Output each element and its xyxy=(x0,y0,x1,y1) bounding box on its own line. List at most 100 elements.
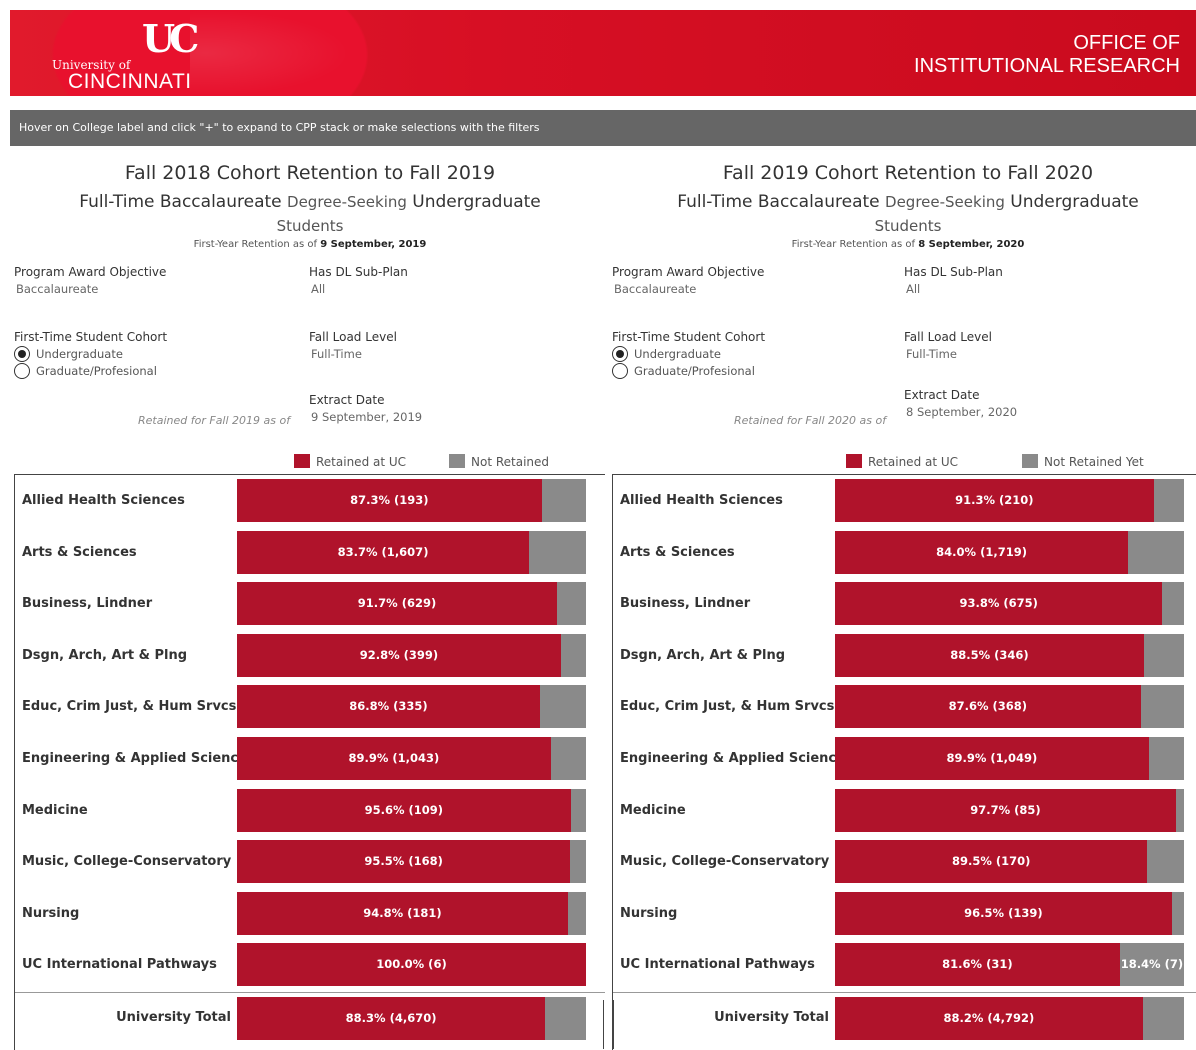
chart-row[interactable]: Nursing 96.5% (139) xyxy=(613,888,1196,940)
retention-panel-2: Fall 2019 Cohort Retention to Fall 2020 … xyxy=(608,160,1196,1050)
college-label[interactable]: Allied Health Sciences xyxy=(22,475,185,527)
cohort-radio-graduate[interactable]: Graduate/Profesional xyxy=(612,363,755,379)
bar-label-retained: 89.5% (170) xyxy=(951,854,1031,869)
stacked-bar[interactable]: 89.5% (170) xyxy=(835,840,1184,884)
bar-label-retained: 94.8% (181) xyxy=(363,905,442,920)
stacked-bar[interactable]: 91.7% (629) xyxy=(237,582,586,626)
load-level-filter[interactable]: Full-Time xyxy=(311,347,362,361)
extract-date-value[interactable]: 8 September, 2020 xyxy=(906,405,1017,419)
chart-row[interactable]: Educ, Crim Just, & Hum Srvcs 87.6% (368) xyxy=(613,681,1196,733)
college-label[interactable]: Arts & Sciences xyxy=(22,527,137,579)
load-level-filter[interactable]: Full-Time xyxy=(906,347,957,361)
stacked-bar[interactable]: 96.5% (139) xyxy=(835,891,1184,935)
chart-row[interactable]: Engineering & Applied Science 89.9% (1,0… xyxy=(613,733,1196,785)
legend-retained[interactable]: Retained at UC xyxy=(294,454,406,469)
university-total-row[interactable]: University Total 88.3% (4,670) xyxy=(15,992,605,1045)
college-label[interactable]: Business, Lindner xyxy=(620,578,750,630)
chart-row[interactable]: Business, Lindner 93.8% (675) xyxy=(613,578,1196,630)
college-label[interactable]: Dsgn, Arch, Art & Plng xyxy=(620,630,785,682)
college-label[interactable]: Dsgn, Arch, Art & Plng xyxy=(22,630,187,682)
college-label[interactable]: Arts & Sciences xyxy=(620,527,735,579)
chart-row[interactable]: Business, Lindner 91.7% (629) xyxy=(15,578,605,630)
chart-row[interactable]: Medicine 97.7% (85) xyxy=(613,785,1196,837)
uc-logo[interactable]: UC University of CINCINNATI xyxy=(50,16,240,94)
college-label[interactable]: UC International Pathways xyxy=(620,939,815,991)
subtitle-undergrad: Undergraduate xyxy=(1010,192,1139,212)
college-label[interactable]: Nursing xyxy=(22,888,79,940)
college-label[interactable]: Music, College-Conservatory xyxy=(22,836,231,888)
chart-row[interactable]: Educ, Crim Just, & Hum Srvcs 86.8% (335) xyxy=(15,681,605,733)
chart-row[interactable]: UC International Pathways 81.6% (31) 18.… xyxy=(613,939,1196,991)
stacked-bar[interactable]: 92.8% (399) xyxy=(237,633,586,677)
college-label[interactable]: Allied Health Sciences xyxy=(620,475,783,527)
stacked-bar[interactable]: 86.8% (335) xyxy=(237,685,586,729)
college-label[interactable]: UC International Pathways xyxy=(22,939,217,991)
program-award-filter[interactable]: Baccalaureate xyxy=(16,282,98,296)
chart-row[interactable]: Music, College-Conservatory 89.5% (170) xyxy=(613,836,1196,888)
stacked-bar[interactable]: 87.6% (368) xyxy=(835,685,1184,729)
chart-row[interactable]: Arts & Sciences 83.7% (1,607) xyxy=(15,527,605,579)
asof-prefix: First-Year Retention as of xyxy=(193,239,318,250)
dl-subplan-filter[interactable]: All xyxy=(311,282,325,296)
stacked-bar[interactable]: 88.5% (346) xyxy=(835,633,1184,677)
chart-row[interactable]: Nursing 94.8% (181) xyxy=(15,888,605,940)
chart-row[interactable]: Music, College-Conservatory 95.5% (168) xyxy=(15,836,605,888)
stacked-bar[interactable]: 87.3% (193) xyxy=(237,479,586,522)
bar-label-retained: 97.7% (85) xyxy=(970,802,1041,817)
college-label[interactable]: Educ, Crim Just, & Hum Srvcs xyxy=(22,681,236,733)
legend-label: Not Retained Yet xyxy=(1044,455,1144,469)
stacked-bar[interactable]: 81.6% (31) 18.4% (7) xyxy=(835,943,1184,987)
chart-row[interactable]: Dsgn, Arch, Art & Plng 88.5% (346) xyxy=(613,630,1196,682)
stacked-bar[interactable]: 83.7% (1,607) xyxy=(237,530,586,574)
chart-row[interactable]: Allied Health Sciences 87.3% (193) xyxy=(15,475,605,527)
college-label[interactable]: Engineering & Applied Science xyxy=(22,733,247,785)
total-stacked-bar[interactable]: 88.2% (4,792) xyxy=(835,997,1184,1040)
stacked-bar[interactable]: 89.9% (1,043) xyxy=(237,737,586,780)
chart-row[interactable]: Dsgn, Arch, Art & Plng 92.8% (399) xyxy=(15,630,605,682)
legend-not-retained[interactable]: Not Retained xyxy=(449,454,549,469)
extract-date-value[interactable]: 9 September, 2019 xyxy=(311,410,422,424)
bar-label-retained: 86.8% (335) xyxy=(349,699,428,714)
total-stacked-bar[interactable]: 88.3% (4,670) xyxy=(237,997,586,1040)
bar-label-retained: 95.5% (168) xyxy=(364,854,443,869)
college-label[interactable]: Medicine xyxy=(620,785,686,837)
stacked-bar[interactable]: 94.8% (181) xyxy=(237,891,586,935)
bar-label-retained: 84.0% (1,719) xyxy=(936,544,1027,559)
cohort-radio-undergraduate[interactable]: Undergraduate xyxy=(612,346,721,362)
office-title: OFFICE OF INSTITUTIONAL RESEARCH xyxy=(914,32,1180,78)
university-total-row[interactable]: University Total 88.2% (4,792) xyxy=(613,992,1196,1045)
stacked-bar[interactable]: 95.5% (168) xyxy=(237,840,586,884)
chart-row[interactable]: Engineering & Applied Science 89.9% (1,0… xyxy=(15,733,605,785)
logo-mark: UC xyxy=(142,16,199,61)
cohort-radio-undergraduate[interactable]: Undergraduate xyxy=(14,346,123,362)
chart-row[interactable]: UC International Pathways 100.0% (6) xyxy=(15,939,605,991)
cohort-radio-graduate[interactable]: Graduate/Profesional xyxy=(14,363,157,379)
retention-panel-1: Fall 2018 Cohort Retention to Fall 2019 … xyxy=(10,160,605,1050)
stacked-bar[interactable]: 89.9% (1,049) xyxy=(835,737,1184,780)
stacked-bar[interactable]: 95.6% (109) xyxy=(237,788,586,832)
legend-not-retained[interactable]: Not Retained Yet xyxy=(1022,454,1144,469)
college-label[interactable]: Music, College-Conservatory xyxy=(620,836,829,888)
college-label[interactable]: Nursing xyxy=(620,888,677,940)
stacked-bar[interactable]: 93.8% (675) xyxy=(835,582,1184,626)
chart-row[interactable]: Allied Health Sciences 91.3% (210) xyxy=(613,475,1196,527)
stacked-bar[interactable]: 84.0% (1,719) xyxy=(835,530,1184,574)
college-label[interactable]: Educ, Crim Just, & Hum Srvcs xyxy=(620,681,834,733)
retention-bar-chart: Allied Health Sciences 91.3% (210) Arts … xyxy=(612,474,1196,1050)
dl-subplan-filter[interactable]: All xyxy=(906,282,920,296)
college-label[interactable]: Business, Lindner xyxy=(22,578,152,630)
chart-row[interactable]: Medicine 95.6% (109) xyxy=(15,785,605,837)
legend-retained[interactable]: Retained at UC xyxy=(846,454,958,469)
panel-divider-right xyxy=(613,1000,614,1049)
college-label[interactable]: Engineering & Applied Science xyxy=(620,733,845,785)
program-award-label: Program Award Objective xyxy=(612,265,765,279)
subtitle-students: Students xyxy=(276,217,344,235)
stacked-bar[interactable]: 91.3% (210) xyxy=(835,479,1184,522)
stacked-bar[interactable]: 100.0% (6) xyxy=(237,943,586,987)
college-label[interactable]: Medicine xyxy=(22,785,88,837)
stacked-bar[interactable]: 97.7% (85) xyxy=(835,788,1184,832)
chart-row[interactable]: Arts & Sciences 84.0% (1,719) xyxy=(613,527,1196,579)
program-award-filter[interactable]: Baccalaureate xyxy=(614,282,696,296)
load-level-label: Fall Load Level xyxy=(309,330,397,344)
extract-date-label: Extract Date xyxy=(309,393,385,407)
